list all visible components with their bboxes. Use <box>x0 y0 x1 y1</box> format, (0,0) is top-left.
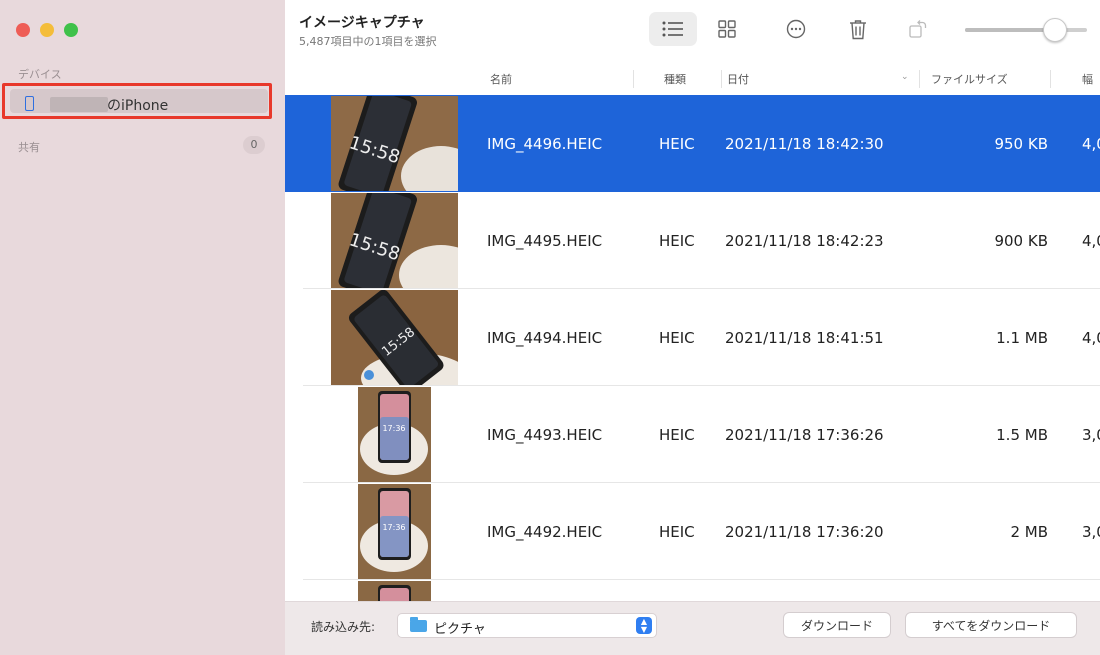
import-destination-label: 読み込み先: <box>311 620 376 634</box>
file-date: 2021/11/18 18:42:30 <box>725 135 884 153</box>
more-button[interactable] <box>772 12 820 46</box>
file-date: 2021/11/18 18:42:23 <box>725 232 884 250</box>
sidebar-item-label: のiPhone <box>107 98 169 114</box>
select-chevron-updown-icon: ▲ ▼ <box>636 617 652 634</box>
file-width: 4,0 <box>1082 135 1100 153</box>
list-view-button[interactable] <box>649 12 697 46</box>
photo-thumbnail: 15:58 <box>331 193 458 288</box>
main-pane: イメージキャプチャ 5,487項目中の1項目を選択 名前 種類 日付 ⌄ ファイ… <box>285 0 1100 655</box>
grid-view-icon <box>718 20 736 38</box>
minimize-window-button[interactable] <box>40 23 54 37</box>
rotate-button[interactable] <box>894 12 942 46</box>
devices-section-label: デバイス <box>18 68 62 81</box>
file-width: 4,0 <box>1082 329 1100 347</box>
thumbnail-size-slider-knob[interactable] <box>1043 18 1068 42</box>
file-table: 15:58 IMG_4496.HEIC HEIC 2021/11/18 18:4… <box>285 95 1100 601</box>
photo-thumbnail: 17:36 <box>358 387 431 482</box>
column-header-name[interactable]: 名前 <box>490 71 512 87</box>
close-window-button[interactable] <box>16 23 30 37</box>
redacted-owner-name <box>50 97 108 112</box>
download-all-button[interactable]: すべてをダウンロード <box>905 612 1077 638</box>
file-name: IMG_4496.HEIC <box>487 135 603 153</box>
list-view-icon <box>662 21 683 37</box>
file-width: 3,0 <box>1082 426 1100 444</box>
file-size: 950 KB <box>994 135 1048 153</box>
delete-button[interactable] <box>834 12 882 46</box>
file-kind: HEIC <box>659 232 695 250</box>
column-header-date[interactable]: 日付 <box>727 71 749 87</box>
column-header-width[interactable]: 幅 <box>1082 71 1093 87</box>
file-name: IMG_4492.HEIC <box>487 523 603 541</box>
zoom-window-button[interactable] <box>64 23 78 37</box>
table-row[interactable] <box>285 580 1100 601</box>
sidebar: デバイス のiPhone 共有 0 <box>0 0 285 655</box>
column-header-size[interactable]: ファイルサイズ <box>931 71 1008 87</box>
file-date: 2021/11/18 17:36:20 <box>725 523 884 541</box>
shared-count-badge: 0 <box>243 136 265 154</box>
column-header-kind[interactable]: 種類 <box>664 71 686 87</box>
selection-status: 5,487項目中の1項目を選択 <box>299 35 437 48</box>
file-width: 4,0 <box>1082 232 1100 250</box>
column-divider[interactable] <box>1050 70 1051 88</box>
table-header: 名前 種類 日付 ⌄ ファイルサイズ 幅 <box>285 64 1100 94</box>
table-row[interactable]: 17:36 IMG_4492.HEIC HEIC 2021/11/18 17:3… <box>285 483 1100 580</box>
grid-view-button[interactable] <box>703 12 751 46</box>
file-kind: HEIC <box>659 523 695 541</box>
import-destination-select[interactable]: ピクチャ ▲ ▼ <box>397 613 657 638</box>
shared-section-label: 共有 <box>18 141 40 154</box>
download-button[interactable]: ダウンロード <box>783 612 891 638</box>
device-highlight-box: のiPhone <box>2 83 272 119</box>
footer-bar: 読み込み先: ピクチャ ▲ ▼ ダウンロード すべてをダウンロード <box>285 601 1100 655</box>
thumbnail-clock-text: 17:36 <box>382 424 405 433</box>
table-row[interactable]: 15:58 IMG_4494.HEIC HEIC 2021/11/18 18:4… <box>285 289 1100 386</box>
file-date: 2021/11/18 18:41:51 <box>725 329 884 347</box>
window-title: イメージキャプチャ <box>299 15 425 31</box>
file-kind: HEIC <box>659 329 695 347</box>
file-name: IMG_4494.HEIC <box>487 329 603 347</box>
trash-icon <box>850 19 866 39</box>
file-name: IMG_4495.HEIC <box>487 232 603 250</box>
file-size: 1.1 MB <box>996 329 1048 347</box>
more-icon <box>786 19 806 39</box>
file-size: 900 KB <box>994 232 1048 250</box>
file-kind: HEIC <box>659 426 695 444</box>
photo-thumbnail: 17:36 <box>358 484 431 579</box>
thumbnail-clock-text: 17:36 <box>382 523 405 532</box>
photo-thumbnail <box>358 581 431 601</box>
file-size: 1.5 MB <box>996 426 1048 444</box>
table-row[interactable]: 17:36 IMG_4493.HEIC HEIC 2021/11/18 17:3… <box>285 386 1100 483</box>
column-divider[interactable] <box>919 70 920 88</box>
sort-chevron-down-icon: ⌄ <box>901 72 909 82</box>
file-width: 3,0 <box>1082 523 1100 541</box>
file-name: IMG_4493.HEIC <box>487 426 603 444</box>
rotate-icon <box>909 20 927 38</box>
thumbnail-size-slider-fill <box>965 28 1056 32</box>
file-kind: HEIC <box>659 135 695 153</box>
photo-thumbnail: 15:58 <box>331 96 458 191</box>
table-row[interactable]: 15:58 IMG_4496.HEIC HEIC 2021/11/18 18:4… <box>285 95 1100 192</box>
sidebar-item-iphone[interactable]: のiPhone <box>10 89 268 114</box>
iphone-icon <box>25 96 34 111</box>
file-date: 2021/11/18 17:36:26 <box>725 426 884 444</box>
import-destination-value: ピクチャ <box>434 622 486 637</box>
photo-thumbnail: 15:58 <box>331 290 458 385</box>
window-controls <box>16 23 78 37</box>
column-divider[interactable] <box>721 70 722 88</box>
column-divider[interactable] <box>633 70 634 88</box>
file-size: 2 MB <box>1010 523 1048 541</box>
table-row[interactable]: 15:58 IMG_4495.HEIC HEIC 2021/11/18 18:4… <box>285 192 1100 289</box>
folder-icon <box>410 617 427 632</box>
